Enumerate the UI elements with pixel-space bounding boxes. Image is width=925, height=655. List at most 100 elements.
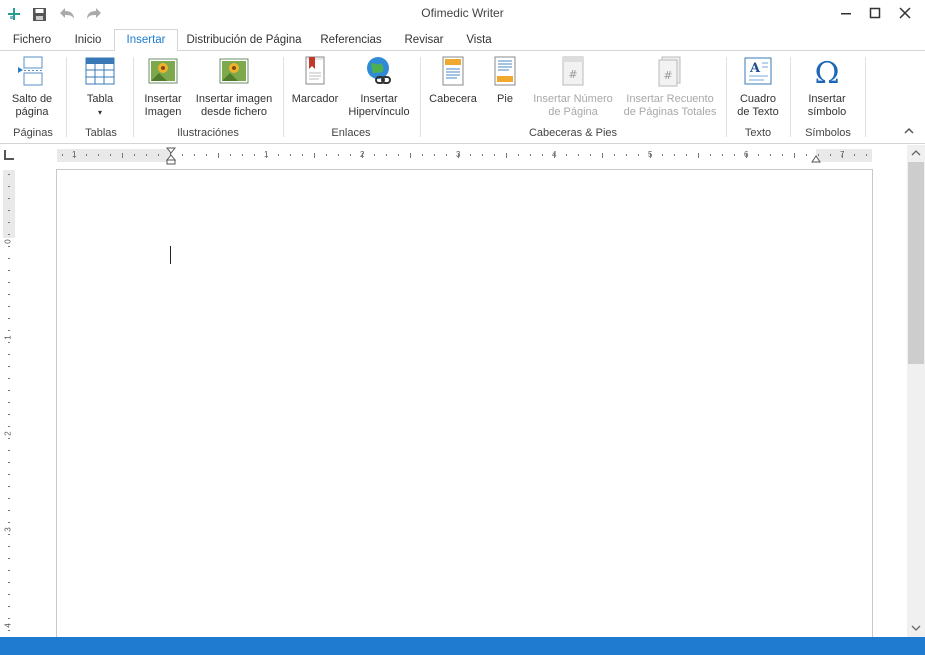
- scrollbar-thumb[interactable]: [908, 162, 924, 364]
- tab-vista[interactable]: Vista: [460, 31, 498, 52]
- ruler-tick: [398, 154, 399, 156]
- bookmark-icon: [299, 55, 331, 87]
- ruler-tick: [590, 154, 591, 156]
- ruler-tick: [554, 153, 555, 158]
- ruler-tick: [8, 330, 10, 331]
- ruler-tick: [374, 154, 375, 156]
- tab-stop-selector-icon[interactable]: [4, 150, 14, 160]
- document-page[interactable]: [56, 169, 873, 639]
- ruler-tick: [8, 270, 10, 271]
- ruler-number: 1: [3, 335, 13, 340]
- ruler-tick: [290, 154, 291, 156]
- insert-total-pages-button[interactable]: # Insertar Recuento de Páginas Totales: [622, 55, 718, 119]
- maximize-icon[interactable]: [860, 2, 890, 24]
- scroll-down-icon[interactable]: [911, 623, 921, 633]
- ruler-tick: [806, 154, 807, 156]
- minimize-icon[interactable]: [831, 2, 861, 24]
- ruler-tick: [746, 153, 747, 158]
- ruler-tick: [830, 154, 831, 156]
- ruler-tick: [8, 306, 10, 307]
- ruler-tick: [8, 354, 10, 355]
- ruler-tick: [338, 154, 339, 156]
- insert-image-file-button[interactable]: Insertar imagen desde fichero: [192, 55, 276, 119]
- ruler-tick: [8, 570, 10, 571]
- insert-page-number-button[interactable]: # Insertar Número de Página: [530, 55, 616, 119]
- ruler-tick: [662, 154, 663, 156]
- scroll-up-icon[interactable]: [911, 148, 921, 158]
- tab-referencias[interactable]: Referencias: [313, 31, 389, 52]
- ruler-tick: [8, 342, 10, 343]
- ruler-tick: [842, 153, 843, 158]
- horizontal-ruler[interactable]: 11234567: [57, 147, 872, 165]
- collapse-ribbon-icon[interactable]: [903, 125, 917, 139]
- close-icon[interactable]: [890, 2, 920, 24]
- ruler-tick: [422, 154, 423, 156]
- vertical-scrollbar[interactable]: [907, 145, 925, 637]
- document-workspace: 11234567 0 1 2 3 4: [0, 145, 925, 639]
- ruler-tick: [770, 154, 771, 156]
- tab-distribucion[interactable]: Distribución de Página: [185, 31, 303, 52]
- ruler-tick: [470, 154, 471, 156]
- ruler-tick: [506, 153, 507, 158]
- group-separator: [133, 57, 134, 137]
- ruler-tick: [8, 222, 10, 223]
- text-box-button[interactable]: A Cuadro de Texto: [732, 55, 784, 119]
- ruler-tick: [494, 154, 495, 156]
- ruler-tick: [362, 153, 363, 158]
- text-box-icon: A: [742, 55, 774, 87]
- bookmark-button[interactable]: Marcador: [289, 55, 341, 106]
- ruler-tick: [326, 154, 327, 156]
- ruler-tick: [638, 154, 639, 156]
- ruler-tick: [266, 153, 267, 158]
- group-label-texto: Texto: [744, 127, 772, 139]
- insert-symbol-button[interactable]: Ω Insertar símbolo: [798, 55, 856, 119]
- group-label-simbolos: Símbolos: [805, 127, 851, 139]
- svg-text:#: #: [663, 69, 672, 82]
- insert-image-button[interactable]: Insertar Imagen: [140, 55, 186, 119]
- ruler-tick: [758, 154, 759, 156]
- header-button[interactable]: Cabecera: [426, 55, 480, 106]
- ruler-tick: [8, 234, 10, 235]
- ruler-tick: [194, 154, 195, 156]
- ruler-tick: [218, 153, 219, 158]
- ruler-number: 0: [3, 239, 13, 244]
- ruler-tick: [8, 582, 10, 583]
- total-pages-icon: #: [654, 55, 686, 87]
- right-indent-marker-icon[interactable]: [811, 153, 821, 163]
- group-separator: [726, 57, 727, 137]
- ribbon-panel: Salto de página Páginas Tabla ▾ Tablas I…: [0, 51, 925, 144]
- group-label-ilustraciones: Ilustraciónes: [177, 127, 239, 139]
- ruler-tick: [674, 154, 675, 156]
- vertical-ruler[interactable]: 0 1 2 3 4: [3, 170, 15, 637]
- ruler-tick: [254, 154, 255, 156]
- ruler-tick: [182, 154, 183, 156]
- page-break-button[interactable]: Salto de página: [6, 55, 58, 119]
- text-cursor: [170, 246, 171, 264]
- svg-text:Ω: Ω: [815, 56, 840, 87]
- tab-revisar[interactable]: Revisar: [398, 31, 450, 52]
- ruler-tick: [614, 154, 615, 156]
- indent-marker-icon[interactable]: [166, 147, 176, 165]
- ruler-tick: [98, 154, 99, 156]
- ruler-tick: [278, 154, 279, 156]
- ruler-tick: [8, 594, 10, 595]
- footer-button[interactable]: Pie: [485, 55, 525, 106]
- ruler-tick: [566, 154, 567, 156]
- status-bar: [0, 637, 925, 655]
- ruler-tick: [8, 258, 10, 259]
- ruler-tick: [8, 402, 10, 403]
- ruler-tick: [110, 154, 111, 156]
- ruler-number: 3: [3, 527, 13, 532]
- group-separator: [865, 57, 866, 137]
- ruler-tick: [8, 282, 10, 283]
- chevron-down-icon: ▾: [97, 108, 102, 117]
- table-button[interactable]: Tabla ▾: [76, 55, 124, 119]
- svg-text:A: A: [749, 61, 761, 76]
- image-file-icon: [218, 55, 250, 87]
- insert-hyperlink-button[interactable]: Insertar Hipervínculo: [346, 55, 412, 119]
- tab-inicio[interactable]: Inicio: [66, 31, 110, 52]
- tab-fichero[interactable]: Fichero: [8, 31, 56, 52]
- group-label-cabeceras: Cabeceras & Pies: [528, 127, 618, 139]
- ruler-tick: [386, 154, 387, 156]
- tab-insertar[interactable]: Insertar: [114, 29, 178, 52]
